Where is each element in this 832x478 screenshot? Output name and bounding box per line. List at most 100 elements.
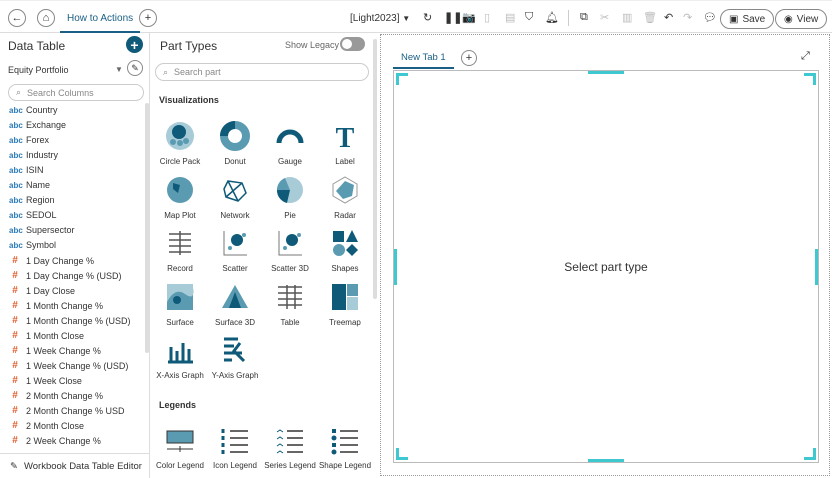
save-button[interactable]: ▣ Save — [720, 9, 775, 29]
scatter-3d-icon — [262, 228, 318, 258]
part-gauge[interactable]: Gauge — [262, 121, 318, 166]
data-source-select[interactable]: Equity Portfolio — [8, 65, 69, 75]
column-name: 1 Day Change % (USD) — [26, 270, 122, 281]
search-placeholder: Search Columns — [27, 87, 94, 98]
column-item[interactable]: #2 Month Change % USD — [9, 405, 125, 416]
column-item[interactable]: abc Name — [9, 180, 50, 190]
scrollbar[interactable] — [373, 39, 377, 299]
column-item[interactable]: abc ISIN — [9, 165, 44, 175]
part-shapes[interactable]: Shapes — [317, 228, 373, 273]
column-item[interactable]: #1 Day Close — [9, 285, 75, 296]
comment-icon[interactable]: 💬︎ — [703, 11, 717, 24]
part-series-legend[interactable]: Series Legend — [262, 425, 318, 470]
pdf-icon[interactable]: ▯ — [484, 11, 490, 24]
column-item[interactable]: #1 Week Change % — [9, 345, 101, 356]
search-columns-input[interactable]: ⌕ Search Columns — [8, 84, 144, 101]
column-item[interactable]: #2 Month Change % — [9, 390, 103, 401]
column-item[interactable]: #1 Month Change % (USD) — [9, 315, 130, 326]
color-legend-icon — [152, 425, 208, 455]
paste-icon[interactable]: ▥ — [622, 11, 632, 24]
back-button[interactable]: ← — [8, 9, 26, 27]
add-data-table-button[interactable]: + — [126, 36, 143, 53]
column-name: 2 Month Change % USD — [26, 405, 125, 416]
search-icon: ⌕ — [163, 66, 169, 77]
column-item[interactable]: #1 Week Change % (USD) — [9, 360, 128, 371]
part-table[interactable]: Table — [262, 282, 318, 327]
part-label: Network — [220, 210, 250, 220]
save-label: Save — [742, 13, 766, 25]
column-item[interactable]: abc SEDOL — [9, 210, 57, 220]
export-icon[interactable]: ▤ — [505, 11, 515, 24]
bell-icon[interactable]: 🔔︎ — [545, 11, 559, 24]
part-color-legend[interactable]: Color Legend — [152, 425, 208, 470]
copy-icon[interactable]: ⧉ — [580, 11, 588, 24]
part-surface[interactable]: Surface — [152, 282, 208, 327]
part-x-axis-graph[interactable]: X-Axis Graph — [152, 335, 208, 380]
column-name: Industry — [26, 150, 59, 160]
part-pie[interactable]: Pie — [262, 175, 318, 220]
part-record[interactable]: Record — [152, 228, 208, 273]
column-item[interactable]: abc Exchange — [9, 120, 66, 130]
part-scatter[interactable]: Scatter — [207, 228, 263, 273]
number-type-icon: # — [12, 420, 18, 431]
search-part-input[interactable]: ⌕ Search part — [155, 63, 369, 81]
part-label: Record — [167, 264, 193, 273]
workbook-data-table-editor-button[interactable]: ✎ Workbook Data Table Editor — [0, 453, 150, 478]
part-surface-3d[interactable]: Surface 3D — [207, 282, 263, 327]
number-type-icon: # — [12, 435, 18, 446]
part-label: Color Legend — [155, 461, 205, 470]
part-map-plot[interactable]: Map Plot — [152, 175, 208, 220]
part-network[interactable]: Network — [207, 175, 263, 220]
column-item[interactable]: #2 Week Change % — [9, 435, 101, 446]
column-item[interactable]: abc Region — [9, 195, 55, 205]
theme-select[interactable]: [Light2023] ▼ — [350, 13, 410, 24]
refresh-icon[interactable]: ↻ — [423, 11, 432, 24]
text-type-icon: abc — [9, 225, 23, 235]
part-treemap[interactable]: Treemap — [317, 282, 373, 327]
view-button[interactable]: ◉ View — [775, 9, 828, 29]
tab-new-tab-1[interactable]: New Tab 1 — [393, 48, 454, 69]
column-name: 1 Month Change % — [26, 300, 104, 311]
column-item[interactable]: abc Industry — [9, 150, 58, 160]
show-legacy-toggle[interactable] — [340, 37, 365, 51]
pause-icon[interactable]: ❚❚ — [444, 11, 462, 24]
bookmark-icon[interactable]: ⛉ — [525, 11, 533, 24]
part-y-axis-graph[interactable]: Y-Axis Graph — [207, 335, 263, 380]
column-item[interactable]: #2 Month Close — [9, 420, 84, 431]
pie-icon — [262, 175, 318, 205]
edit-button[interactable]: ✎ — [127, 60, 143, 76]
home-button[interactable]: ⌂ — [37, 9, 55, 27]
part-radar[interactable]: Radar — [317, 175, 373, 220]
camera-icon[interactable]: 📷 — [462, 11, 476, 24]
part-scatter-3d[interactable]: Scatter 3D — [262, 228, 318, 273]
add-tab-button[interactable]: + — [139, 9, 157, 27]
column-name: 1 Week Change % (USD) — [26, 360, 129, 371]
scrollbar[interactable] — [145, 103, 149, 353]
part-icon-legend[interactable]: Icon Legend — [207, 425, 263, 470]
undo-icon[interactable]: ↶ — [664, 11, 673, 24]
part-placeholder[interactable]: Select part type — [393, 70, 819, 463]
column-item[interactable]: #1 Month Change % — [9, 300, 103, 311]
chevron-down-icon[interactable]: ▼ — [115, 65, 123, 74]
part-label: Radar — [334, 210, 356, 220]
add-tab-button[interactable]: + — [461, 50, 477, 66]
workbook-tab[interactable]: How to Actions — [67, 13, 133, 24]
text-type-icon: abc — [9, 120, 23, 130]
delete-icon[interactable]: 🗑︎ — [643, 11, 657, 24]
expand-icon[interactable]: ⤢ — [801, 50, 810, 63]
redo-icon[interactable]: ↷ — [683, 11, 692, 24]
column-item[interactable]: #1 Day Change % (USD) — [9, 270, 122, 281]
part-shape-legend[interactable]: Shape Legend — [317, 425, 373, 470]
part-label[interactable]: T Label — [317, 121, 373, 166]
column-item[interactable]: #1 Day Change % — [9, 255, 94, 266]
number-type-icon: # — [12, 360, 18, 371]
part-circle-pack[interactable]: Circle Pack — [152, 121, 208, 166]
cut-icon[interactable]: ✂ — [600, 11, 609, 24]
column-item[interactable]: abc Forex — [9, 135, 49, 145]
column-item[interactable]: #1 Week Close — [9, 375, 82, 386]
column-item[interactable]: abc Supersector — [9, 225, 75, 235]
column-item[interactable]: abc Symbol — [9, 240, 56, 250]
column-item[interactable]: abc Country — [9, 105, 58, 115]
part-donut[interactable]: Donut — [207, 121, 263, 166]
column-item[interactable]: #1 Month Close — [9, 330, 84, 341]
